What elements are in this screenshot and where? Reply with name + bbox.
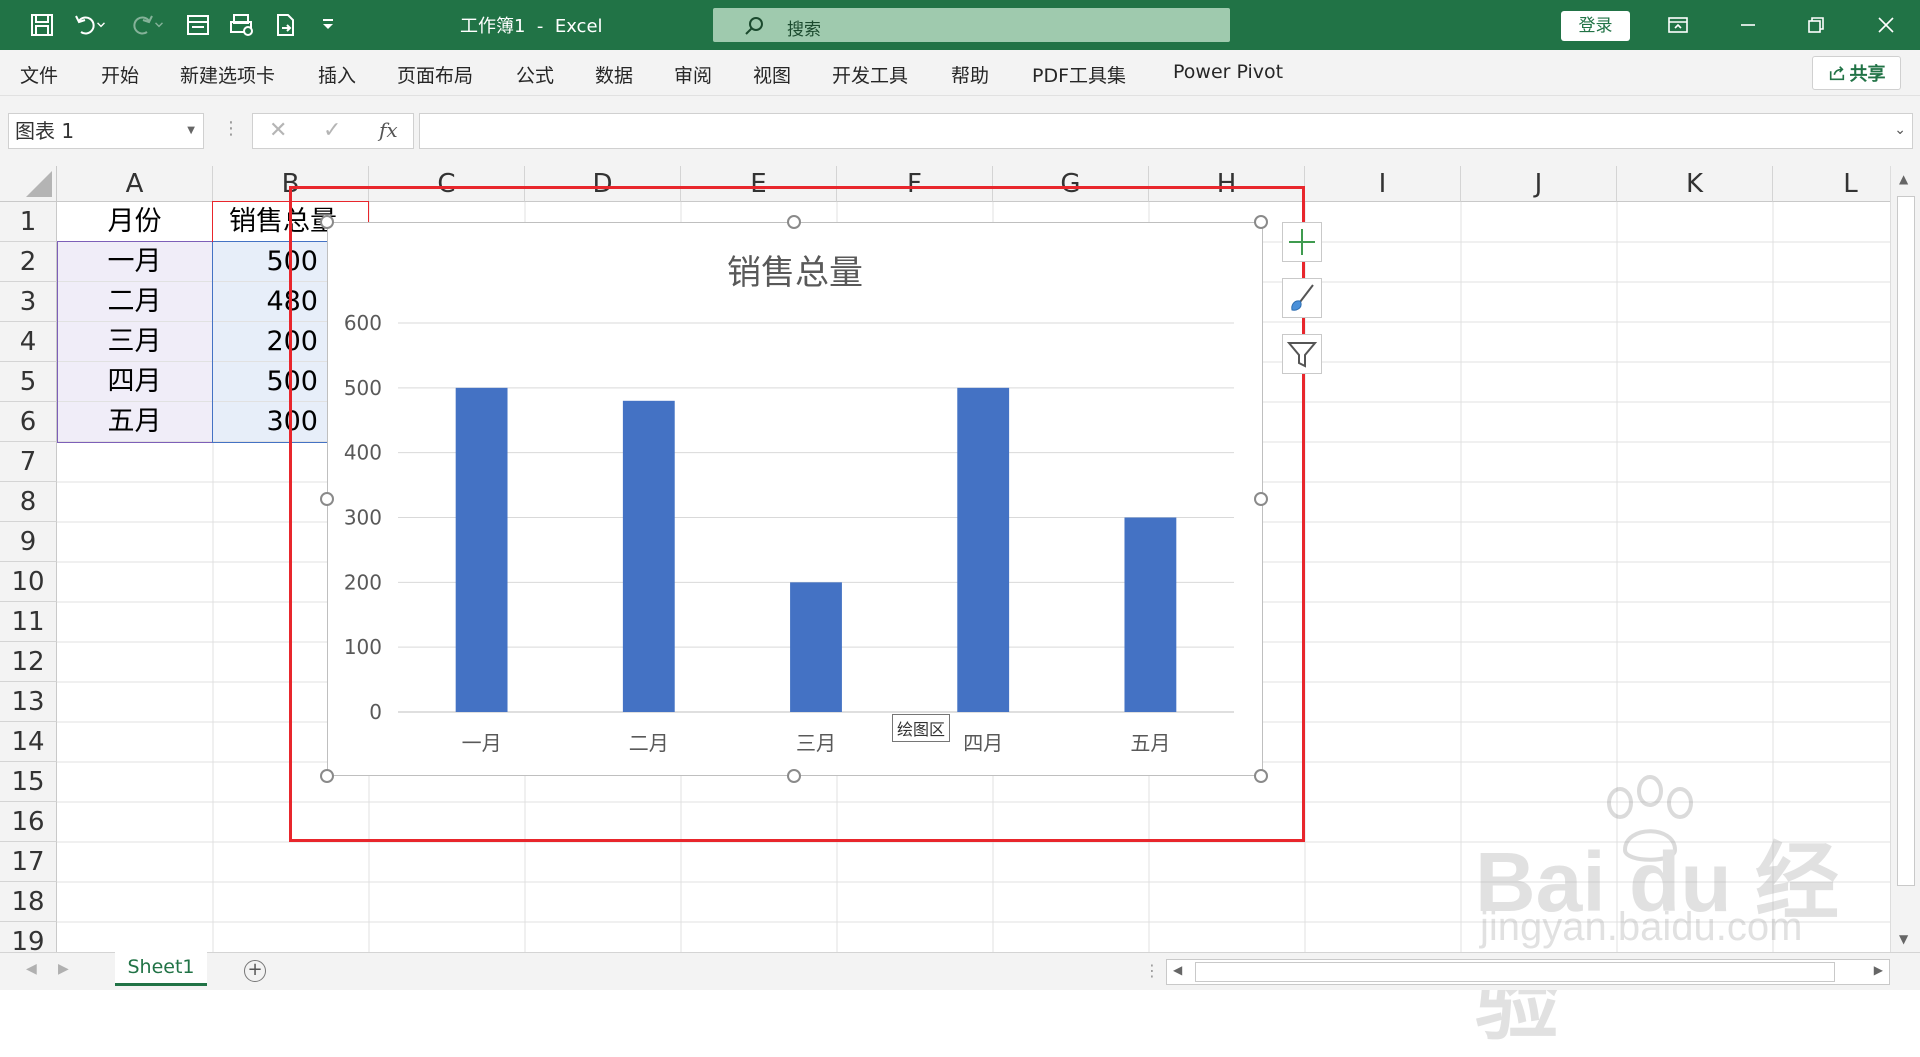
horizontal-scroll-thumb[interactable] bbox=[1195, 962, 1835, 982]
row-header-2[interactable]: 2 bbox=[0, 242, 57, 282]
row-header-1[interactable]: 1 bbox=[0, 202, 57, 242]
row-header-19[interactable]: 19 bbox=[0, 922, 57, 952]
tab-insert[interactable]: 插入 bbox=[318, 61, 356, 88]
sheet-prev-icon[interactable]: ◀ bbox=[26, 961, 37, 977]
row-header-4[interactable]: 4 bbox=[0, 322, 57, 362]
row-header-9[interactable]: 9 bbox=[0, 522, 57, 562]
search-placeholder: 搜索 bbox=[787, 20, 821, 40]
filter-icon bbox=[1286, 342, 1318, 368]
undo-dropdown-icon[interactable] bbox=[92, 0, 110, 50]
more-options-icon[interactable]: ⋮ bbox=[222, 118, 240, 139]
vertical-scroll-thumb[interactable] bbox=[1897, 196, 1915, 886]
name-box-value: 图表 1 bbox=[15, 119, 75, 143]
add-sheet-button[interactable]: + bbox=[244, 960, 266, 982]
plot-area-tooltip: 绘图区 bbox=[892, 714, 951, 742]
tab-review[interactable]: 审阅 bbox=[674, 61, 712, 88]
tab-data[interactable]: 数据 bbox=[595, 61, 633, 88]
select-all-corner[interactable] bbox=[0, 166, 57, 202]
customize-toolbar-icon[interactable] bbox=[308, 0, 348, 50]
baidu-watermark: Bai du 经验 jingyan.baidu.com bbox=[1470, 775, 1850, 1050]
row-header-13[interactable]: 13 bbox=[0, 682, 57, 722]
scroll-right-icon[interactable]: ▶ bbox=[1874, 963, 1883, 977]
cell-a1[interactable]: 月份 bbox=[57, 202, 213, 242]
tab-splitter-icon[interactable]: ⋮ bbox=[1144, 961, 1160, 980]
name-box[interactable]: 图表 1 ▼ bbox=[8, 113, 204, 149]
tab-new-tab[interactable]: 新建选项卡 bbox=[180, 61, 275, 88]
tab-home[interactable]: 开始 bbox=[101, 61, 139, 88]
close-icon[interactable] bbox=[1858, 0, 1914, 50]
insert-function-icon[interactable]: fx bbox=[379, 118, 398, 142]
restore-icon[interactable] bbox=[1788, 0, 1844, 50]
formula-tools: ✕ ✓ fx bbox=[252, 113, 414, 149]
row-header-14[interactable]: 14 bbox=[0, 722, 57, 762]
formula-bar: 图表 1 ▼ ⋮ ✕ ✓ fx ⌄ bbox=[0, 96, 1920, 166]
sheet-bar: ◀ ▶ Sheet1 + ⋮ ◀ ▶ bbox=[0, 952, 1920, 990]
ribbon-tabs: 文件 开始 新建选项卡 插入 页面布局 公式 数据 审阅 视图 开发工具 帮助 … bbox=[0, 50, 1920, 96]
form-icon[interactable] bbox=[178, 0, 218, 50]
tab-power-pivot[interactable]: Power Pivot bbox=[1173, 61, 1283, 83]
row-header-10[interactable]: 10 bbox=[0, 562, 57, 602]
tab-file[interactable]: 文件 bbox=[20, 61, 58, 88]
row-header-15[interactable]: 15 bbox=[0, 762, 57, 802]
column-header-k[interactable]: K bbox=[1617, 166, 1773, 202]
title-bar: 工作簿1 - Excel 搜索 登录 bbox=[0, 0, 1920, 50]
redo-dropdown-icon[interactable] bbox=[150, 0, 168, 50]
cancel-icon[interactable]: ✕ bbox=[269, 118, 287, 143]
paintbrush-icon bbox=[1291, 284, 1314, 311]
tab-developer[interactable]: 开发工具 bbox=[832, 61, 908, 88]
category-range-highlight bbox=[57, 241, 213, 443]
expand-formula-bar-icon[interactable]: ⌄ bbox=[1894, 122, 1906, 138]
row-header-12[interactable]: 12 bbox=[0, 642, 57, 682]
chart-filters-button[interactable] bbox=[1282, 334, 1322, 374]
formula-input[interactable]: ⌄ bbox=[419, 113, 1913, 149]
share-button[interactable]: 共享 bbox=[1812, 56, 1901, 90]
row-header-17[interactable]: 17 bbox=[0, 842, 57, 882]
tab-pdf-tools[interactable]: PDF工具集 bbox=[1032, 61, 1126, 88]
login-button[interactable]: 登录 bbox=[1561, 11, 1630, 41]
plus-icon bbox=[1289, 229, 1315, 255]
chart-elements-button[interactable] bbox=[1282, 222, 1322, 262]
search-icon bbox=[745, 17, 763, 35]
share-icon bbox=[1829, 66, 1844, 81]
horizontal-scrollbar[interactable]: ◀ ▶ bbox=[1166, 959, 1890, 985]
scroll-up-icon[interactable]: ▲ bbox=[1899, 172, 1908, 186]
chart-styles-button[interactable] bbox=[1282, 278, 1322, 318]
vertical-scrollbar[interactable]: ▲ ▼ bbox=[1890, 166, 1920, 952]
window-title: 工作簿1 - Excel bbox=[460, 16, 603, 37]
watermark-url: jingyan.baidu.com bbox=[1480, 905, 1803, 949]
share-label: 共享 bbox=[1849, 64, 1886, 85]
row-header-3[interactable]: 3 bbox=[0, 282, 57, 322]
highlight-box bbox=[289, 186, 1305, 842]
row-header-7[interactable]: 7 bbox=[0, 442, 57, 482]
row-header-18[interactable]: 18 bbox=[0, 882, 57, 922]
sheet-next-icon[interactable]: ▶ bbox=[58, 961, 69, 977]
column-header-a[interactable]: A bbox=[57, 166, 213, 202]
tab-formulas[interactable]: 公式 bbox=[516, 61, 554, 88]
tab-view[interactable]: 视图 bbox=[753, 61, 791, 88]
column-header-j[interactable]: J bbox=[1461, 166, 1617, 202]
tab-page-layout[interactable]: 页面布局 bbox=[397, 61, 473, 88]
row-header-8[interactable]: 8 bbox=[0, 482, 57, 522]
search-box[interactable]: 搜索 bbox=[713, 8, 1230, 42]
ribbon-display-options-icon[interactable] bbox=[1650, 0, 1706, 50]
scroll-left-icon[interactable]: ◀ bbox=[1173, 963, 1182, 977]
tab-help[interactable]: 帮助 bbox=[951, 61, 989, 88]
print-preview-icon[interactable] bbox=[222, 0, 262, 50]
row-header-5[interactable]: 5 bbox=[0, 362, 57, 402]
scroll-down-icon[interactable]: ▼ bbox=[1899, 932, 1908, 946]
chevron-down-icon[interactable]: ▼ bbox=[187, 114, 195, 148]
column-header-i[interactable]: I bbox=[1305, 166, 1461, 202]
row-header-11[interactable]: 11 bbox=[0, 602, 57, 642]
sheet-tab-sheet1[interactable]: Sheet1 bbox=[115, 952, 207, 986]
document-export-icon[interactable] bbox=[266, 0, 306, 50]
enter-icon[interactable]: ✓ bbox=[323, 118, 341, 143]
save-icon[interactable] bbox=[22, 0, 62, 50]
row-header-16[interactable]: 16 bbox=[0, 802, 57, 842]
row-header-6[interactable]: 6 bbox=[0, 402, 57, 442]
minimize-icon[interactable] bbox=[1720, 0, 1776, 50]
